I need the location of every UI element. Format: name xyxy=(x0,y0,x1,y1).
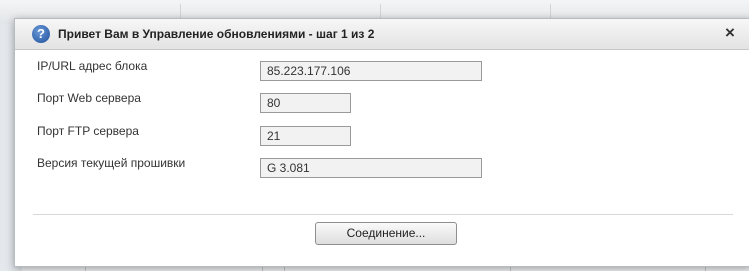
close-icon[interactable]: × xyxy=(721,24,739,42)
ftp-port-label: Порт FTP сервера xyxy=(37,124,139,138)
ip-address-field[interactable] xyxy=(260,61,482,81)
help-icon[interactable]: ? xyxy=(32,25,50,43)
dialog-content: IP/URL адрес блока Порт Web сервера Порт… xyxy=(15,50,749,266)
web-port-field[interactable] xyxy=(260,93,351,113)
ip-address-label: IP/URL адрес блока xyxy=(37,59,148,73)
dialog-title: Привет Вам в Управление обновлениями - ш… xyxy=(58,27,375,41)
dialog-titlebar: ? Привет Вам в Управление обновлениями -… xyxy=(15,19,749,50)
connect-button[interactable]: Соединение... xyxy=(315,222,457,245)
web-port-label: Порт Web сервера xyxy=(37,91,141,105)
firmware-version-field[interactable] xyxy=(260,158,482,178)
firmware-version-label: Версия текущей прошивки xyxy=(37,156,186,170)
divider xyxy=(33,214,733,215)
ftp-port-field[interactable] xyxy=(260,126,351,146)
update-manager-dialog: ? Привет Вам в Управление обновлениями -… xyxy=(14,18,749,267)
